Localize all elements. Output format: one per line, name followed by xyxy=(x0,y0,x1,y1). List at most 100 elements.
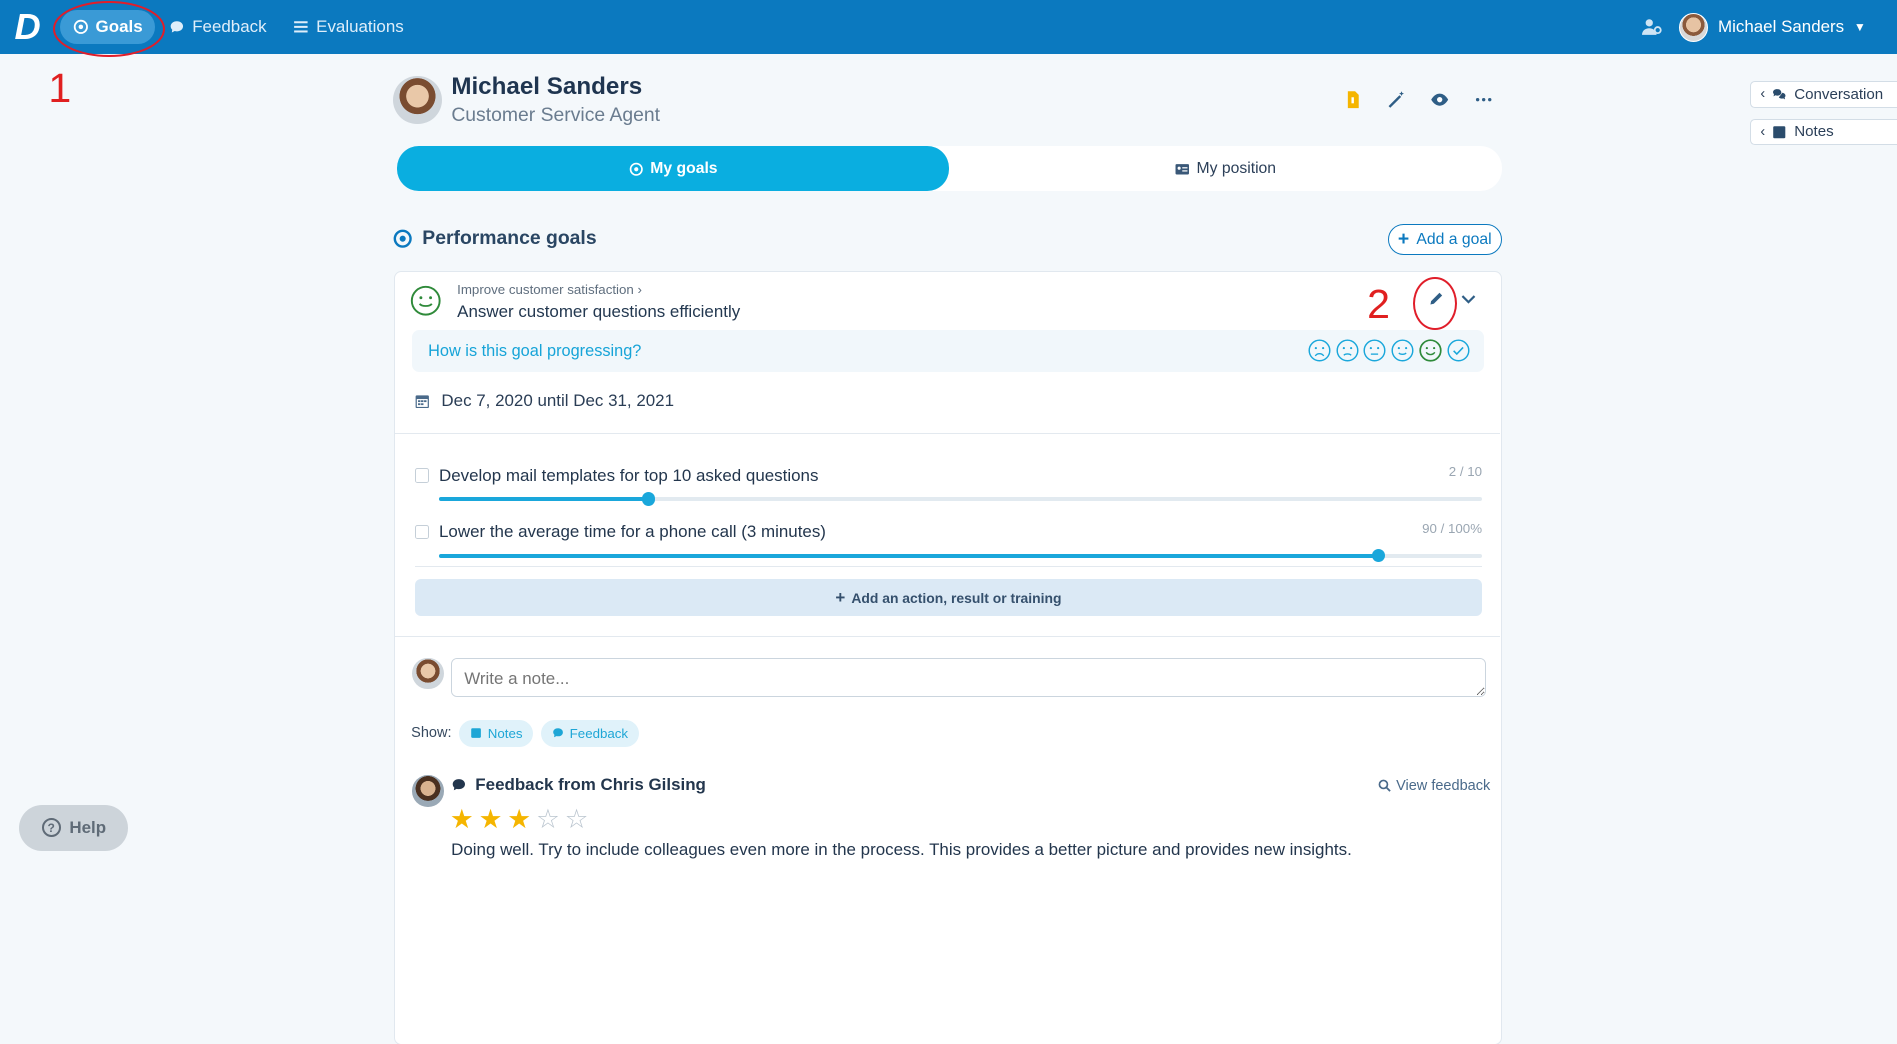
target-icon xyxy=(393,229,413,249)
feedback-title: Feedback from Chris Gilsing xyxy=(475,775,706,795)
profile-role: Customer Service Agent xyxy=(451,104,661,127)
show-label: Show: xyxy=(411,725,452,742)
feedback-text: Doing well. Try to include colleagues ev… xyxy=(451,839,1352,859)
view-feedback-link[interactable]: View feedback xyxy=(1378,778,1490,794)
chip-label: Feedback xyxy=(569,725,629,741)
slider-handle[interactable] xyxy=(1371,549,1385,563)
check-circle-icon[interactable] xyxy=(1447,339,1470,362)
annotation-number-2: 2 xyxy=(1367,280,1390,327)
document-icon[interactable] xyxy=(1343,90,1362,109)
star-filled-icon: ★ xyxy=(478,803,503,834)
more-options-icon[interactable] xyxy=(1474,90,1493,109)
conversation-panel-button[interactable]: ‹ Conversation xyxy=(1749,81,1897,108)
chat-bubble-icon xyxy=(552,728,563,738)
avatar xyxy=(412,775,444,807)
list-icon xyxy=(294,21,308,33)
chip-label: Notes xyxy=(487,725,523,741)
action-value: 90 / 100% xyxy=(1422,521,1483,537)
goal-parent-link[interactable]: Improve customer satisfaction › xyxy=(457,282,642,297)
star-empty-icon: ☆ xyxy=(564,803,589,834)
pencil-icon[interactable] xyxy=(1428,290,1445,307)
very-sad-face-icon[interactable] xyxy=(1308,339,1331,362)
user-menu[interactable]: Michael Sanders ▼ xyxy=(1679,12,1866,42)
nav-item-evaluations[interactable]: Evaluations xyxy=(281,10,416,45)
star-filled-icon: ★ xyxy=(449,803,474,834)
add-goal-button[interactable]: + Add a goal xyxy=(1387,223,1502,256)
help-button[interactable]: ? Help xyxy=(19,804,129,851)
action-value: 2 / 10 xyxy=(1448,464,1483,480)
magnifier-icon xyxy=(1378,779,1391,792)
slider-handle[interactable] xyxy=(641,492,655,506)
annotation-number-1: 1 xyxy=(48,65,72,112)
app-logo[interactable]: D xyxy=(15,9,46,45)
divider xyxy=(395,432,1501,435)
progress-rating-faces xyxy=(1308,338,1470,362)
star-rating: ★ ★ ★ ☆ ☆ xyxy=(449,803,589,834)
user-settings-icon[interactable] xyxy=(1641,18,1663,36)
chevron-left-icon: ‹ xyxy=(1760,123,1766,140)
filter-feedback-chip[interactable]: Feedback xyxy=(540,719,639,747)
nav-item-feedback[interactable]: Feedback xyxy=(157,10,279,45)
progress-fill xyxy=(439,497,648,501)
plus-icon: + xyxy=(835,587,846,607)
top-navigation-bar: D Goals Feedback Evaluations Michael San… xyxy=(0,0,1897,55)
tab-my-goals[interactable]: My goals xyxy=(396,146,950,192)
action-checkbox[interactable] xyxy=(414,468,430,483)
nav-item-label: Feedback xyxy=(192,17,267,37)
magic-wand-icon[interactable] xyxy=(1387,90,1406,109)
chevron-down-icon[interactable] xyxy=(1460,290,1477,307)
conversation-label: Conversation xyxy=(1794,85,1884,103)
calendar-icon xyxy=(415,395,429,408)
divider xyxy=(395,636,1501,638)
note-icon xyxy=(470,728,481,739)
neutral-face-icon[interactable] xyxy=(1363,339,1386,362)
progress-question-bar: How is this goal progressing? xyxy=(412,330,1485,373)
goal-dates: Dec 7, 2020 until Dec 31, 2021 xyxy=(415,391,674,411)
view-feedback-label: View feedback xyxy=(1396,777,1491,794)
notes-label: Notes xyxy=(1794,123,1834,141)
smile-face-icon[interactable] xyxy=(1391,339,1414,362)
note-input[interactable] xyxy=(451,658,1486,697)
id-card-icon xyxy=(1175,163,1189,174)
profile-header: Michael Sanders Customer Service Agent xyxy=(393,73,660,128)
avatar xyxy=(1679,12,1709,42)
plus-icon: + xyxy=(1397,228,1410,251)
user-name: Michael Sanders xyxy=(1718,17,1845,37)
caret-down-icon: ▼ xyxy=(1853,20,1866,35)
chevron-left-icon: ‹ xyxy=(1760,86,1766,103)
conversation-icon xyxy=(1773,89,1786,100)
sad-face-icon[interactable] xyxy=(1336,339,1359,362)
divider xyxy=(414,566,1483,568)
annotation-circle-goals xyxy=(53,1,165,57)
action-label: Develop mail templates for top 10 asked … xyxy=(439,465,819,485)
header-actions xyxy=(1343,90,1493,109)
progress-slider[interactable] xyxy=(439,492,1483,506)
goal-parent-label: Improve customer satisfaction xyxy=(457,281,634,297)
help-label: Help xyxy=(69,817,107,837)
happy-face-selected-icon[interactable] xyxy=(1419,338,1442,362)
tab-label: My goals xyxy=(650,159,718,177)
target-icon xyxy=(629,162,643,176)
notes-panel-button[interactable]: ‹ Notes xyxy=(1749,118,1897,146)
eye-icon[interactable] xyxy=(1430,90,1449,109)
avatar xyxy=(412,658,444,690)
action-checkbox[interactable] xyxy=(414,524,430,540)
star-empty-icon: ☆ xyxy=(535,803,560,834)
progress-slider[interactable] xyxy=(439,549,1483,563)
chevron-right-icon: › xyxy=(637,281,642,297)
section-header: Performance goals xyxy=(393,227,597,250)
goal-title: Answer customer questions efficiently xyxy=(457,302,741,322)
goal-tabs: My goals My position xyxy=(396,146,1502,192)
chat-bubble-icon xyxy=(452,779,466,791)
avatar xyxy=(393,75,442,125)
feedback-title-row: Feedback from Chris Gilsing xyxy=(451,775,706,795)
show-filters: Show: Notes Feedback xyxy=(411,719,639,747)
filter-notes-chip[interactable]: Notes xyxy=(458,719,534,747)
star-filled-icon: ★ xyxy=(507,803,532,834)
nav-item-label: Evaluations xyxy=(316,17,404,37)
goal-card: Improve customer satisfaction › Answer c… xyxy=(394,271,1502,1044)
tab-label: My position xyxy=(1196,159,1277,177)
tab-my-position[interactable]: My position xyxy=(949,146,1501,191)
add-action-label: Add an action, result or training xyxy=(851,589,1062,606)
add-action-button[interactable]: + Add an action, result or training xyxy=(414,579,1483,616)
